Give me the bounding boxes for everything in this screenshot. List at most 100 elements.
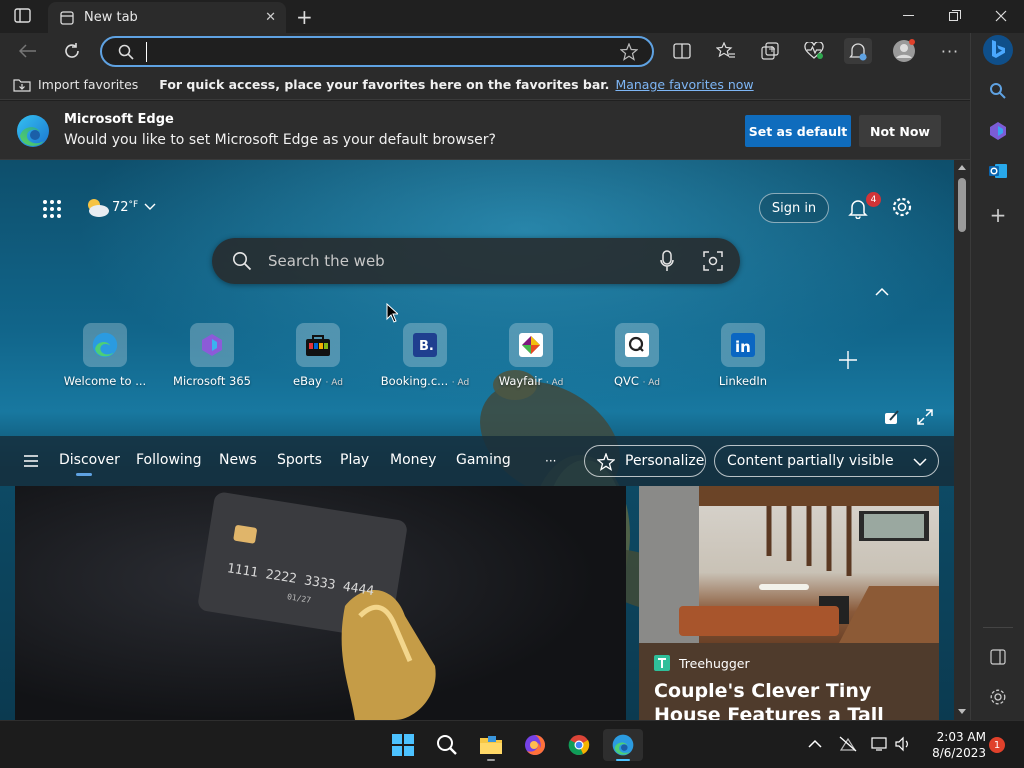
settings-more-icon[interactable]: ··· [936, 38, 964, 64]
scrollbar-thumb[interactable] [958, 178, 966, 232]
chrome-icon[interactable] [559, 729, 599, 761]
not-now-button[interactable]: Not Now [859, 115, 941, 147]
feed-card-credit-card[interactable]: 1111 2222 3333 4444 01/27 [15, 486, 626, 720]
voice-search-icon[interactable] [660, 250, 674, 272]
address-bar[interactable] [100, 36, 654, 67]
scroll-down-arrow-icon[interactable] [958, 709, 966, 714]
visual-search-icon[interactable] [703, 251, 723, 271]
firefox-icon[interactable] [515, 729, 555, 761]
profile-avatar[interactable] [890, 38, 918, 64]
favorites-icon[interactable] [712, 38, 740, 64]
feed-menu-icon[interactable] [24, 455, 38, 467]
notification-center-badge[interactable]: 1 [989, 737, 1005, 753]
ad-label: · Ad [545, 378, 564, 388]
feed-tab-news[interactable]: News [219, 452, 257, 468]
edit-background-icon[interactable] [884, 409, 900, 425]
network-offline-icon[interactable] [839, 736, 857, 752]
edge-sidebar: + [970, 33, 1024, 720]
quick-link-label: Microsoft 365 [173, 374, 251, 388]
content-visibility-dropdown[interactable]: Content partially visible [714, 445, 939, 477]
clock-time: 2:03 AM [936, 730, 986, 744]
expand-icon[interactable] [917, 409, 933, 425]
refresh-button[interactable] [58, 38, 86, 64]
feed-tab-sports[interactable]: Sports [277, 452, 322, 468]
quick-link-microsoft365[interactable]: Microsoft 365 [159, 323, 265, 388]
mouse-cursor-icon [386, 303, 398, 323]
import-favorites-button[interactable]: Import favorites [38, 77, 138, 92]
set-as-default-button[interactable]: Set as default [745, 115, 851, 147]
personalize-sparkle-icon [597, 453, 615, 471]
quick-link-ebay[interactable]: eBay · Ad [265, 323, 371, 388]
split-screen-icon[interactable] [668, 38, 696, 64]
edge-taskbar-icon[interactable] [603, 729, 643, 761]
back-button[interactable] [14, 38, 42, 64]
quick-link-linkedin[interactable]: in LinkedIn [690, 323, 796, 388]
start-windows-icon[interactable] [383, 729, 423, 761]
web-search-box[interactable]: Search the web [212, 238, 740, 284]
tab-actions-icon[interactable] [14, 8, 32, 24]
close-window-button[interactable] [978, 0, 1024, 32]
tab-new-tab[interactable]: New tab ✕ [48, 2, 286, 33]
restore-button[interactable] [932, 0, 978, 32]
feed-tab-discover[interactable]: Discover [59, 452, 120, 468]
new-tab-icon [60, 10, 74, 25]
sidebar-settings-icon[interactable] [983, 682, 1013, 712]
quick-link-label: LinkedIn [718, 374, 768, 388]
sidebar-microsoft365-icon[interactable] [983, 116, 1013, 146]
new-tab-button[interactable]: + [296, 5, 313, 29]
quick-link-wayfair[interactable]: Wayfair · Ad [478, 323, 584, 388]
scroll-up-arrow-icon[interactable] [958, 165, 966, 170]
apps-launcher-icon[interactable] [42, 199, 62, 219]
page-settings-gear-icon[interactable] [891, 196, 913, 218]
system-clock[interactable]: 2:03 AM 8/6/2023 [920, 729, 986, 761]
taskbar-search-icon[interactable] [427, 729, 467, 761]
display-icon[interactable] [871, 736, 889, 752]
show-hidden-icons-chevron[interactable] [808, 739, 822, 748]
sidebar-add-icon[interactable]: + [983, 200, 1013, 230]
collections-icon[interactable] [756, 38, 784, 64]
infobar-heading: Microsoft Edge [64, 112, 174, 127]
hide-sidebar-icon[interactable] [983, 642, 1013, 672]
search-icon [232, 251, 252, 271]
quick-link-welcome[interactable]: Welcome to ... [52, 323, 158, 388]
weather-widget[interactable]: 72 °F [84, 196, 156, 218]
feed-tab-play[interactable]: Play [340, 452, 369, 468]
feed-tab-gaming[interactable]: Gaming [456, 452, 511, 468]
page-scrollbar[interactable] [954, 160, 970, 720]
file-explorer-icon[interactable] [471, 729, 511, 761]
feed-navigation: Discover Following News Sports Play Mone… [0, 436, 954, 486]
notifications-bell-icon[interactable] [848, 197, 868, 219]
favorites-bar: Import favorites For quick access, place… [0, 69, 970, 100]
bing-copilot-icon[interactable] [983, 35, 1013, 65]
volume-icon[interactable] [895, 736, 911, 752]
infobar-message: Would you like to set Microsoft Edge as … [64, 132, 496, 148]
sidebar-outlook-icon[interactable] [983, 156, 1013, 186]
weather-temp: 72 [112, 199, 129, 215]
feed-tab-following[interactable]: Following [136, 452, 202, 468]
add-quick-link-icon[interactable] [838, 350, 858, 370]
feed-more-button[interactable]: ··· [545, 454, 556, 468]
feed-tab-money[interactable]: Money [390, 452, 436, 468]
taskbar: 2:03 AM 8/6/2023 1 [0, 720, 1024, 768]
close-tab-icon[interactable]: ✕ [265, 10, 276, 25]
address-input[interactable] [146, 42, 606, 62]
minimize-button[interactable] [886, 0, 932, 32]
browser-essentials-icon[interactable] [800, 38, 828, 64]
quick-link-qvc[interactable]: QVC · Ad [584, 323, 690, 388]
tab-title: New tab [84, 10, 138, 25]
quick-link-booking[interactable]: B. Booking.c... · Ad [372, 323, 478, 388]
favorite-star-icon[interactable] [620, 43, 638, 61]
manage-favorites-link[interactable]: Manage favorites now [615, 77, 753, 92]
ad-label: · Ad [325, 378, 343, 388]
notifications-off-icon[interactable] [844, 38, 872, 64]
feed-card-tiny-house[interactable]: Treehugger Couple's Clever Tiny House Fe… [639, 486, 939, 720]
ad-label: · Ad [642, 378, 661, 388]
sign-in-button[interactable]: Sign in [759, 193, 829, 223]
notification-badge: 4 [866, 192, 881, 207]
sidebar-search-icon[interactable] [983, 76, 1013, 106]
collapse-chevron-up-icon[interactable] [875, 287, 889, 296]
card-source: Treehugger [679, 656, 750, 671]
chevron-down-icon [913, 458, 927, 467]
card-headline[interactable]: Couple's Clever Tiny House Features a Ta… [654, 679, 929, 720]
personalize-button[interactable]: Personalize [584, 445, 706, 477]
